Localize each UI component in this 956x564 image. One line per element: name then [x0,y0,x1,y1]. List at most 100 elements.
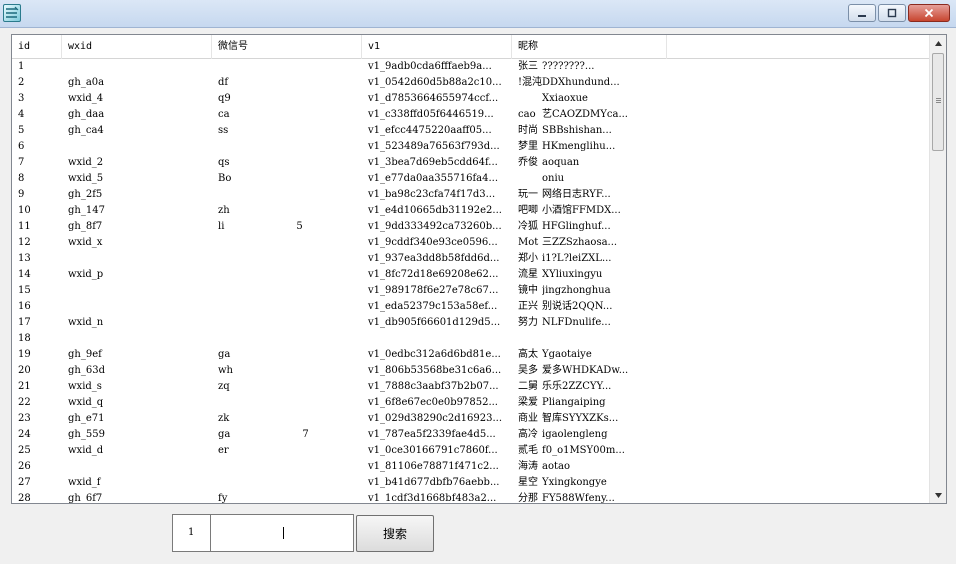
cell-wxid [62,331,212,347]
nickname-prefix: Mot [518,237,539,248]
cell-wechat-id [212,251,362,267]
column-header-v1[interactable]: v1 [362,35,512,59]
table-row[interactable]: 1 v1_9adb0cda6fffaeb9a... 张三????????... [12,59,930,75]
cell-id: 27 [18,477,31,488]
cell-filler [667,59,930,75]
cell-filler [667,363,930,379]
table-row[interactable]: 10 gh_147 zh v1_e4d10665db31192e2... 吧唧 小酒馆FF… [12,203,930,219]
cell-wechat-id-text: q9 [218,93,231,104]
cell-nickname: 乔俊 aoquan [512,155,667,171]
cell-v1: v1_937ea3dd8b58fdd6d... [368,253,500,264]
cell-nickname: 二舅 乐乐2ZZCYY... [512,379,667,395]
cell-nickname: oniu [512,171,667,187]
column-header-id[interactable]: id [12,35,62,59]
cell-id: 14 [18,269,31,280]
table-row[interactable]: 20 gh_63d wh v1_806b53568be31c6a6... 吴多 爱多WHD… [12,363,930,379]
cell-v1: v1_9cddf340e93ce0596... [368,237,498,248]
scroll-thumb[interactable] [932,53,944,151]
nickname-prefix: 玩一 [518,189,538,200]
nickname-text: 乐乐2ZZCYY... [542,381,612,392]
search-input[interactable] [210,514,354,552]
table-row[interactable]: 4 gh_daa ca v1_c338ffd05f6446519... cao 艺CAOZ… [12,107,930,123]
cell-id: 5 [18,125,25,136]
cell-id: 25 [18,445,31,456]
table-row[interactable]: 16 v1_eda52379c153a58ef... 正兴 别说话2QQN... [12,299,930,315]
table-row[interactable]: 5 gh_ca4 ss v1_efcc4475220aaff05... 时尚 SBBshi… [12,123,930,139]
maximize-button[interactable] [878,4,906,22]
cell-nickname: 郑小 i1?L?leiZXL... [512,251,667,267]
table-row[interactable]: 6 v1_523489a76563f793d... 梦里 HKmenglihu... [12,139,930,155]
nickname-text: oniu [542,173,565,184]
table-row[interactable]: 18 [12,331,930,347]
nickname-prefix: 正兴 [518,301,538,312]
cell-id: 18 [18,333,31,344]
close-button[interactable] [908,4,950,22]
table-row[interactable]: 21 wxid_s zq v1_7888c3aabf37b2b07... 二舅 乐乐2ZZ… [12,379,930,395]
scroll-down-button[interactable] [930,487,946,503]
column-header-wxid[interactable]: wxid [62,35,212,59]
nickname-text: FY588Wfeny... [542,493,615,504]
nickname-text: aotao [542,461,570,472]
nickname-text: igaolengleng [542,429,608,440]
table-row[interactable]: 27 wxid_f v1_b41d677dbfb76aebb... 星空 Yxingko… [12,475,930,491]
minimize-button[interactable] [848,4,876,22]
cell-filler [667,123,930,139]
table-row[interactable]: 7 wxid_2 qs v1_3bea7d69eb5cdd64f... 乔俊 aoquan [12,155,930,171]
cell-nickname: !混沌 DDXhundund... [512,75,667,91]
table-row[interactable]: 23 gh_e71 zk v1_029d38290c2d16923... 商业 智库SYY… [12,411,930,427]
title-bar [0,0,956,28]
cell-filler [667,251,930,267]
cell-filler [667,411,930,427]
table-row[interactable]: 2 gh_a0a df v1_0542d60d5b88a2c10... !混沌 DDXhu… [12,75,930,91]
cell-wechat-id-extra: 5 [296,221,303,232]
column-header-wechat-id[interactable]: 微信号 [212,35,362,59]
table-row[interactable]: 15 v1_989178f6e27e78c67... 镜中 jingzhonghua [12,283,930,299]
cell-id: 28 [18,493,31,504]
table-row[interactable]: 9 gh_2f5 v1_ba98c23cfa74f17d3... 玩一 网络日志RYF.… [12,187,930,203]
cell-nickname: 努力 NLFDnulife... [512,315,667,331]
cell-v1: v1_806b53568be31c6a6... [368,365,502,376]
cell-wechat-id: q9 [212,91,362,107]
nickname-prefix: 乔俊 [518,157,538,168]
cell-wechat-id: zq [212,379,362,395]
cell-wechat-id: zh [212,203,362,219]
cell-filler [667,139,930,155]
page-number-field[interactable]: 1 [172,514,211,552]
nickname-prefix: 努力 [518,317,538,328]
scroll-up-button[interactable] [930,35,946,51]
vertical-scrollbar[interactable] [929,35,946,503]
cell-v1: v1_9dd333492ca73260b... [368,221,502,232]
table-row[interactable]: 12 wxid_x v1_9cddf340e93ce0596... Mot 三ZZSzh… [12,235,930,251]
cell-v1 [362,331,512,347]
cell-wechat-id-text: li [218,221,225,232]
cell-wechat-id: li 5 [212,219,362,235]
table-row[interactable]: 8 wxid_5 Bo v1_e77da0aa355716fa4... oniu [12,171,930,187]
cell-wxid: wxid_4 [68,93,104,104]
table-row[interactable]: 25 wxid_d er v1_0ce30166791c7860f... 贰毛 f0_o1… [12,443,930,459]
table-row[interactable]: 14 wxid_p v1_8fc72d18e69208e62... 流星 XYliuxi… [12,267,930,283]
nickname-prefix: 郑小 [518,253,538,264]
nickname-prefix: 镜中 [518,285,538,296]
cell-filler [667,203,930,219]
cell-wxid: gh_559 [68,429,105,440]
table-row[interactable]: 19 gh_9ef ga v1_0edbc312a6d6bd81e... 高太 Ygaot… [12,347,930,363]
table-row[interactable]: 28 gh_6f7 fy v1_1cdf3d1668bf483a2... 分那 FY588… [12,491,930,504]
search-button[interactable]: 搜索 [356,515,434,552]
table-row[interactable]: 17 wxid_n v1_db905f66601d129d5... 努力 NLFDnul… [12,315,930,331]
table-row[interactable]: 26 v1_81106e78871f471c2... 海涛 aotao [12,459,930,475]
table-row[interactable]: 24 gh_559 ga 7 v1_787ea5f2339fae4d5... 高冷 igao… [12,427,930,443]
column-header-nickname[interactable]: 昵称 [512,35,667,59]
chevron-up-icon [934,40,942,46]
table-row[interactable]: 13 v1_937ea3dd8b58fdd6d... 郑小 i1?L?leiZXL..… [12,251,930,267]
table-row[interactable]: 22 wxid_q v1_6f8e67ec0e0b97852... 梁爱 Plianga… [12,395,930,411]
table-row[interactable]: 11 gh_8f7 li 5 v1_9dd333492ca73260b... 冷狐 HFGl… [12,219,930,235]
nickname-text: 爱多WHDKADw... [542,365,629,376]
data-grid[interactable]: id wxid 微信号 v1 昵称 1 v1_9adb0cda6fffaeb9a.… [11,34,947,504]
cell-nickname: 时尚 SBBshishan... [512,123,667,139]
cell-wechat-id: qs [212,155,362,171]
nickname-text: 三ZZSzhaosa... [542,237,618,248]
nickname-prefix: 梦里 [518,141,538,152]
table-row[interactable]: 3 wxid_4 q9 v1_d7853664655974ccf... Xxiaoxue [12,91,930,107]
cell-nickname: 玩一 网络日志RYF... [512,187,667,203]
nickname-prefix: 张三 [518,61,538,72]
